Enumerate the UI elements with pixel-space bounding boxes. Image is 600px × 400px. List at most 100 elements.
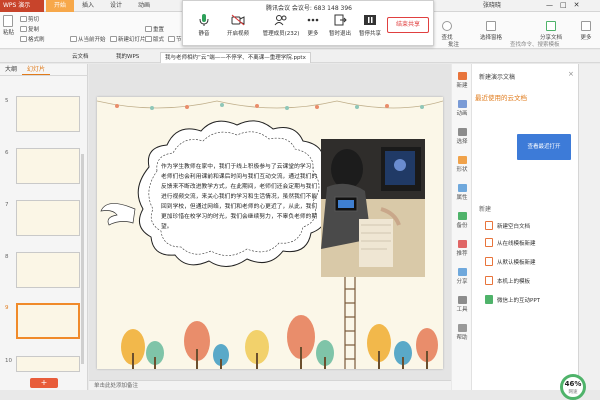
select-icon [457,128,467,136]
tab-outline[interactable]: 大纲 [0,64,22,75]
slide-thumbnail[interactable] [16,356,80,372]
slide-body-text[interactable]: 作为学生教师在家中，我们于线上积极参与了云课堂的学习，老师们也会利用课前和课后时… [161,162,319,232]
mute-button[interactable]: 静音 [187,14,221,37]
copy-button[interactable]: 复制 [20,25,39,33]
thumbnail-scrollbar[interactable] [81,154,84,364]
tool-properties[interactable]: 属性 [452,184,472,201]
new-blank-document[interactable]: 新建空白文档 [497,222,530,230]
slide-thumbnail[interactable] [16,96,80,132]
search-icon [442,21,452,31]
format-painter-button[interactable]: 格式刷 [20,35,45,43]
document-tabs: 云文档 我的WPS 我与老师相约“云”端——不停学、不离课—重理学院.pptx [0,50,600,63]
window-controls: — □ ✕ [546,0,580,11]
more-icon [307,18,319,22]
slide-thumbnail[interactable] [16,148,80,184]
tab-home[interactable]: 开始 [46,0,75,12]
notes-placeholder[interactable]: 单击此处添加备注 [94,381,138,389]
more-button[interactable]: 更多 [576,21,596,41]
temp-exit-button[interactable]: 暂时退出 [323,14,357,37]
share-doc-button[interactable]: 分享文档 [538,21,564,41]
slide-number: 7 [5,202,9,208]
tab-design[interactable]: 设计 [102,0,130,12]
cut-button[interactable]: 剪切 [20,15,39,23]
meeting-toolbar: 腾讯会议 会议号: 683 148 396 静音 开启视频 管理成员(232) … [182,0,434,46]
right-scroll-sidebar[interactable] [578,64,600,390]
find-button[interactable]: 查找 [440,21,454,41]
new-from-online-template[interactable]: 从在线模板新建 [497,239,536,247]
doctab-cloud[interactable]: 云文档 [68,52,93,63]
section-icon [168,36,175,42]
pause-share-button[interactable]: 暂停共享 [353,14,387,37]
minimize-button[interactable]: — [546,0,553,11]
maximize-button[interactable]: □ [560,0,567,11]
new-from-default-template[interactable]: 从默认模板新建 [497,258,536,266]
layout-icon [145,36,152,42]
paste-icon [3,15,13,27]
meeting-title: 腾讯会议 会议号: 683 148 396 [265,5,352,12]
slide-number: 8 [5,254,9,260]
tab-slides[interactable]: 幻灯片 [22,64,51,75]
tool-animation[interactable]: 动画 [452,100,472,117]
from-start-button[interactable]: 从当前开始 [70,35,106,43]
local-template-icon [485,276,493,285]
slide-canvas[interactable]: 作为学生教师在家中，我们于线上积极参与了云课堂的学习，老师们也会利用课前和课后时… [97,97,443,369]
tool-new[interactable]: 新建 [452,72,472,89]
tool-shape[interactable]: 形状 [452,156,472,173]
default-template-icon [485,257,493,266]
tool-tools[interactable]: 工具 [452,296,472,313]
notes-bar [89,380,451,390]
tool-help[interactable]: 帮助 [452,324,472,341]
slide-thumbnails-panel: 大纲 幻灯片 5 6 7 8 9 10 + [0,64,88,390]
paste-button[interactable]: 粘贴 [3,15,14,36]
tool-select[interactable]: 选择 [452,128,472,145]
cursor-icon [486,21,496,31]
doctab-presentation[interactable]: 我与老师相约“云”端——不停学、不离课—重理学院.pptx [160,52,311,63]
slide-thumbnail-selected[interactable] [16,303,80,339]
doctab-mywps[interactable]: 我的WPS [112,52,143,63]
animation-icon [457,100,467,108]
new-section-label: 新建 [479,206,492,213]
slide-thumbnail[interactable] [16,200,80,236]
slide-number: 5 [5,98,9,104]
slide-number: 6 [5,150,9,156]
photo-student-studying [321,139,425,277]
slide-thumbnail[interactable] [16,252,80,288]
help-icon [457,324,467,332]
wechat-icon [485,295,493,304]
add-slide-button[interactable]: + [30,378,58,388]
panel-close-button[interactable]: × [568,70,574,78]
tool-share[interactable]: 分享 [452,268,472,285]
user-name[interactable]: 张晓晓 [483,0,501,12]
reset-icon [145,26,152,32]
network-speed-indicator[interactable]: 46% 网速 [560,374,586,400]
camera-off-icon [231,14,245,26]
exit-icon [334,14,347,26]
manage-members-button[interactable]: 管理成员(232) [259,14,303,37]
tool-recommend[interactable]: 推荐 [452,240,472,257]
start-video-button[interactable]: 开启视频 [221,14,255,37]
tab-insert[interactable]: 插入 [74,0,102,12]
tab-animation[interactable]: 动画 [130,0,158,12]
new-slide-icon [110,36,117,42]
end-share-button[interactable]: 结束共享 [387,17,429,33]
wechat-interactive-ppt[interactable]: 微信上的互动PPT [497,296,540,304]
brush-icon [20,36,27,42]
select-window-button[interactable]: 选择窗格 [478,21,504,41]
blank-document-icon [485,221,493,230]
layout-button[interactable]: 版式 [145,35,164,43]
view-recent-button[interactable]: 查看最近打开 [517,134,571,160]
reset-button[interactable]: 重置 [145,25,164,33]
app-logo[interactable]: WPS 演示 [0,0,44,12]
slide-photo[interactable] [321,139,425,277]
close-button[interactable]: ✕ [574,0,580,11]
comment-button[interactable]: 批注 [448,40,459,48]
local-templates[interactable]: 本机上的模板 [497,277,530,285]
search-commands-input[interactable]: 查找命令、搜索模板 [510,40,560,48]
share-icon [546,21,556,31]
network-unit: 网速 [568,390,578,395]
section-button[interactable]: 节 [168,35,182,43]
new-slide-button[interactable]: 新建幻灯片 [110,35,146,43]
task-pane-tools: 新建 动画 选择 形状 属性 备份 推荐 分享 工具 帮助 [452,64,472,390]
share-icon [457,268,467,276]
tool-backup[interactable]: 备份 [452,212,472,229]
